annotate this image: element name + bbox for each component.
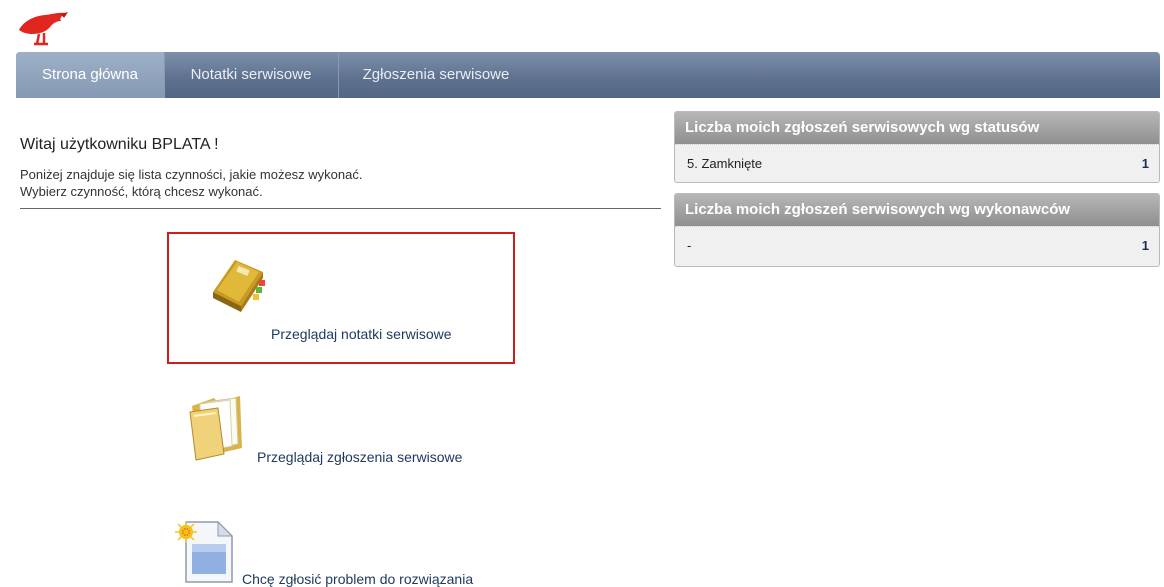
tab-home[interactable]: Strona główna bbox=[16, 52, 165, 98]
contractor-count-panel: Liczba moich zgłoszeń serwisowych wg wyk… bbox=[674, 193, 1160, 267]
contractor-count-row[interactable]: - 1 bbox=[675, 226, 1159, 265]
tab-service-notes[interactable]: Notatki serwisowe bbox=[164, 52, 339, 98]
tab-service-requests[interactable]: Zgłoszenia serwisowe bbox=[338, 52, 534, 98]
intro-line-2: Wybierz czynność, którą chcesz wykonać. bbox=[20, 184, 263, 199]
contractor-count-panel-title: Liczba moich zgłoszeń serwisowych wg wyk… bbox=[675, 194, 1159, 226]
status-count-panel-title: Liczba moich zgłoszeń serwisowych wg sta… bbox=[675, 112, 1159, 144]
main-navbar: Strona główna Notatki serwisowe Zgłoszen… bbox=[16, 52, 1160, 98]
intro-line-1: Poniżej znajduje się lista czynności, ja… bbox=[20, 167, 363, 182]
contractor-label: - bbox=[687, 238, 692, 253]
new-document-icon bbox=[174, 518, 238, 584]
status-count-panel: Liczba moich zgłoszeń serwisowych wg sta… bbox=[674, 111, 1160, 183]
browse-service-notes-action[interactable]: Przeglądaj notatki serwisowe bbox=[167, 232, 515, 364]
bird-logo-icon bbox=[19, 12, 68, 46]
report-problem-label: Chcę zgłosić problem do rozwiązania bbox=[242, 571, 474, 587]
browse-service-requests-label: Przeglądaj zgłoszenia serwisowe bbox=[257, 449, 463, 465]
status-count: 1 bbox=[1141, 156, 1149, 171]
status-label: 5. Zamknięte bbox=[687, 156, 763, 171]
folder-icon bbox=[184, 392, 254, 462]
browse-service-notes-label: Przeglądaj notatki serwisowe bbox=[271, 326, 452, 342]
status-count-row[interactable]: 5. Zamknięte 1 bbox=[675, 144, 1159, 183]
browse-service-requests-action[interactable]: Przeglądaj zgłoszenia serwisowe bbox=[182, 392, 512, 472]
intro-text: Poniżej znajduje się lista czynności, ja… bbox=[20, 166, 363, 200]
section-divider bbox=[20, 208, 661, 209]
contractor-count: 1 bbox=[1141, 238, 1149, 253]
logo bbox=[17, 10, 69, 46]
notebook-icon bbox=[207, 254, 269, 318]
report-problem-action[interactable]: Chcę zgłosić problem do rozwiązania bbox=[172, 518, 512, 587]
welcome-heading: Witaj użytkowniku BPLATA ! bbox=[20, 136, 219, 153]
